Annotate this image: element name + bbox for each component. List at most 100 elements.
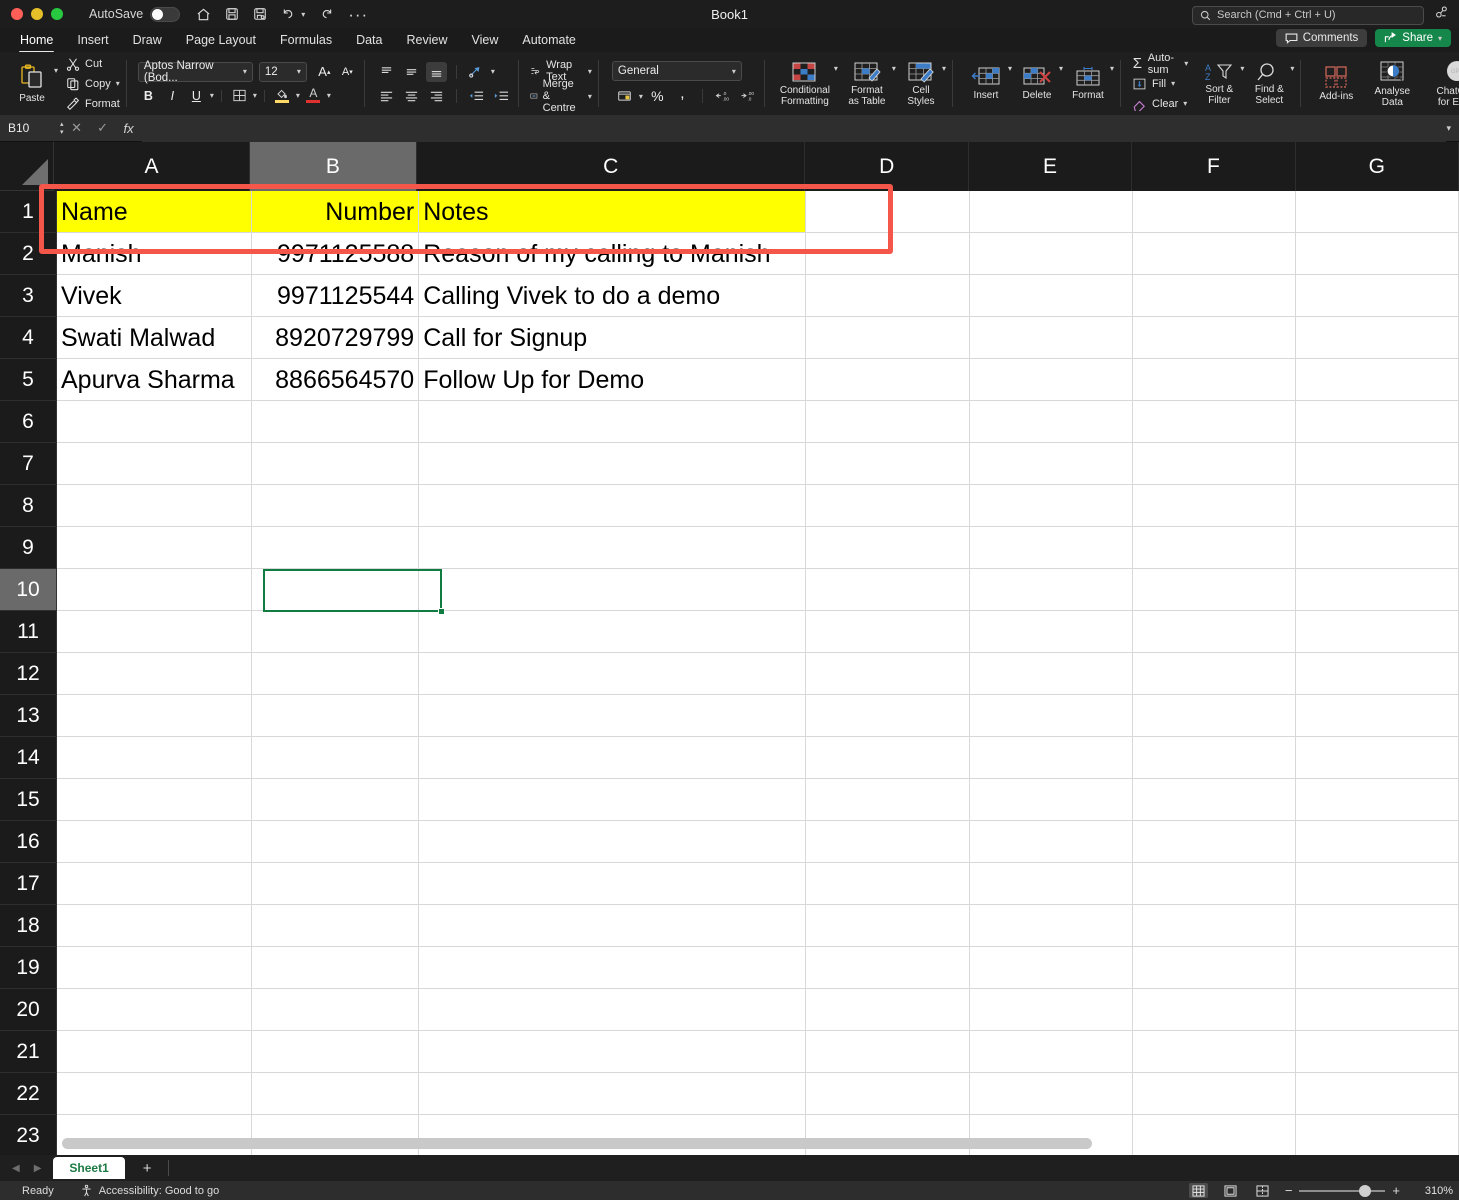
cell-C9[interactable] <box>419 527 807 569</box>
cell-A15[interactable] <box>57 779 253 821</box>
cell-E1[interactable] <box>969 191 1133 233</box>
cell-E11[interactable] <box>969 611 1133 653</box>
decrease-decimal-button[interactable]: .00.0 <box>737 86 758 106</box>
sheet-tab-sheet1[interactable]: Sheet1 <box>53 1157 125 1179</box>
row-header-23[interactable]: 23 <box>0 1115 57 1155</box>
cell-G20[interactable] <box>1295 989 1459 1031</box>
row-header-3[interactable]: 3 <box>0 275 57 317</box>
tab-review[interactable]: Review <box>394 28 459 52</box>
cell-E16[interactable] <box>969 821 1133 863</box>
save-icon[interactable] <box>225 7 239 21</box>
cell-D18[interactable] <box>806 905 970 947</box>
cell-B16[interactable] <box>252 821 420 863</box>
analyse-data-button[interactable]: Analyse Data <box>1366 60 1418 108</box>
row-header-8[interactable]: 8 <box>0 485 57 527</box>
accessibility-status[interactable]: Accessibility: Good to go <box>80 1184 219 1197</box>
table-row[interactable] <box>57 653 1459 695</box>
cell-A3[interactable]: Vivek <box>57 275 253 317</box>
align-left-button[interactable] <box>376 86 397 106</box>
cell-A7[interactable] <box>57 443 253 485</box>
font-color-chevron-down-icon[interactable]: ▾ <box>327 91 331 100</box>
tab-automate[interactable]: Automate <box>510 28 588 52</box>
cell-B9[interactable] <box>252 527 420 569</box>
cell-D19[interactable] <box>806 947 970 989</box>
row-header-4[interactable]: 4 <box>0 317 57 359</box>
comments-button[interactable]: Comments <box>1275 29 1368 47</box>
align-right-button[interactable] <box>426 86 447 106</box>
cell-D11[interactable] <box>806 611 970 653</box>
increase-font-size-button[interactable]: A ▴ <box>314 62 335 82</box>
cell-G13[interactable] <box>1295 695 1459 737</box>
maximize-window-button[interactable] <box>51 8 63 20</box>
table-row[interactable] <box>57 443 1459 485</box>
cell-D4[interactable] <box>806 317 970 359</box>
cell-F14[interactable] <box>1132 737 1296 779</box>
font-color-button[interactable]: A <box>303 86 324 106</box>
column-header-g[interactable]: G <box>1295 142 1459 191</box>
cell-C6[interactable] <box>419 401 807 443</box>
previous-sheet-icon[interactable]: ◀ <box>12 1163 20 1174</box>
collaborators-icon[interactable] <box>1434 5 1449 25</box>
cell-E23[interactable] <box>970 1115 1133 1155</box>
accounting-format-button[interactable] <box>614 86 635 106</box>
cell-C5[interactable]: Follow Up for Demo <box>419 359 807 401</box>
borders-chevron-down-icon[interactable]: ▾ <box>253 91 257 100</box>
cell-A22[interactable] <box>57 1073 253 1115</box>
cell-D7[interactable] <box>806 443 970 485</box>
row-header-20[interactable]: 20 <box>0 989 57 1031</box>
italic-button[interactable]: I <box>162 86 183 106</box>
increase-indent-button[interactable] <box>491 86 512 106</box>
cell-A14[interactable] <box>57 737 253 779</box>
select-all-corner[interactable] <box>0 142 55 191</box>
cell-B4[interactable]: 8920729799 <box>252 317 420 359</box>
autosum-chevron-down-icon[interactable]: ▾ <box>1184 59 1188 68</box>
autosave-toggle[interactable]: AutoSave <box>89 6 181 22</box>
row-header-19[interactable]: 19 <box>0 947 57 989</box>
table-row[interactable] <box>57 947 1459 989</box>
cell-E13[interactable] <box>969 695 1133 737</box>
zoom-track[interactable] <box>1299 1184 1386 1197</box>
cell-D21[interactable] <box>806 1031 970 1073</box>
cell-C8[interactable] <box>419 485 807 527</box>
cell-A18[interactable] <box>57 905 253 947</box>
align-middle-button[interactable] <box>401 62 422 82</box>
table-row[interactable] <box>57 1031 1459 1073</box>
row-header-10[interactable]: 10 <box>0 569 57 611</box>
cell-A23[interactable] <box>57 1115 253 1155</box>
cell-C22[interactable] <box>419 1073 807 1115</box>
insert-cells-button[interactable]: Insert <box>964 66 1008 101</box>
row-header-15[interactable]: 15 <box>0 779 57 821</box>
share-chevron-down-icon[interactable]: ▾ <box>1438 34 1442 43</box>
cell-F1[interactable] <box>1132 191 1296 233</box>
normal-view-icon[interactable] <box>1188 1183 1208 1198</box>
number-format-select[interactable]: General ▾ <box>611 61 742 81</box>
cell-A1[interactable]: Name <box>57 191 253 233</box>
cell-G19[interactable] <box>1295 947 1459 989</box>
cell-G2[interactable] <box>1295 233 1459 275</box>
cell-B2[interactable]: 9971125588 <box>252 233 420 275</box>
cell-G14[interactable] <box>1295 737 1459 779</box>
cell-F5[interactable] <box>1132 359 1296 401</box>
ribbon-tab-strip[interactable]: Home Insert Draw Page Layout Formulas Da… <box>0 28 1459 53</box>
add-sheet-button[interactable]: + <box>135 1160 160 1177</box>
quick-access-toolbar[interactable]: ▾ ··· <box>196 6 368 23</box>
cell-C16[interactable] <box>419 821 807 863</box>
cell-F9[interactable] <box>1132 527 1296 569</box>
table-row[interactable] <box>57 1073 1459 1115</box>
cell-A10[interactable] <box>57 569 253 611</box>
cell-G8[interactable] <box>1295 485 1459 527</box>
cell-E5[interactable] <box>969 359 1133 401</box>
cell-E10[interactable] <box>969 569 1133 611</box>
cell-E4[interactable] <box>969 317 1133 359</box>
column-header-a[interactable]: A <box>54 142 250 191</box>
cell-A4[interactable]: Swati Malwad <box>57 317 253 359</box>
conditional-formatting-button[interactable]: Conditional Formatting <box>776 61 834 107</box>
cell-G3[interactable] <box>1295 275 1459 317</box>
cell-B19[interactable] <box>252 947 420 989</box>
cell-E21[interactable] <box>969 1031 1133 1073</box>
cell-E7[interactable] <box>969 443 1133 485</box>
row-header-18[interactable]: 18 <box>0 905 57 947</box>
cell-A2[interactable]: Manish <box>57 233 253 275</box>
cell-C15[interactable] <box>419 779 807 821</box>
delete-cells-chevron-down-icon[interactable]: ▾ <box>1059 64 1063 73</box>
